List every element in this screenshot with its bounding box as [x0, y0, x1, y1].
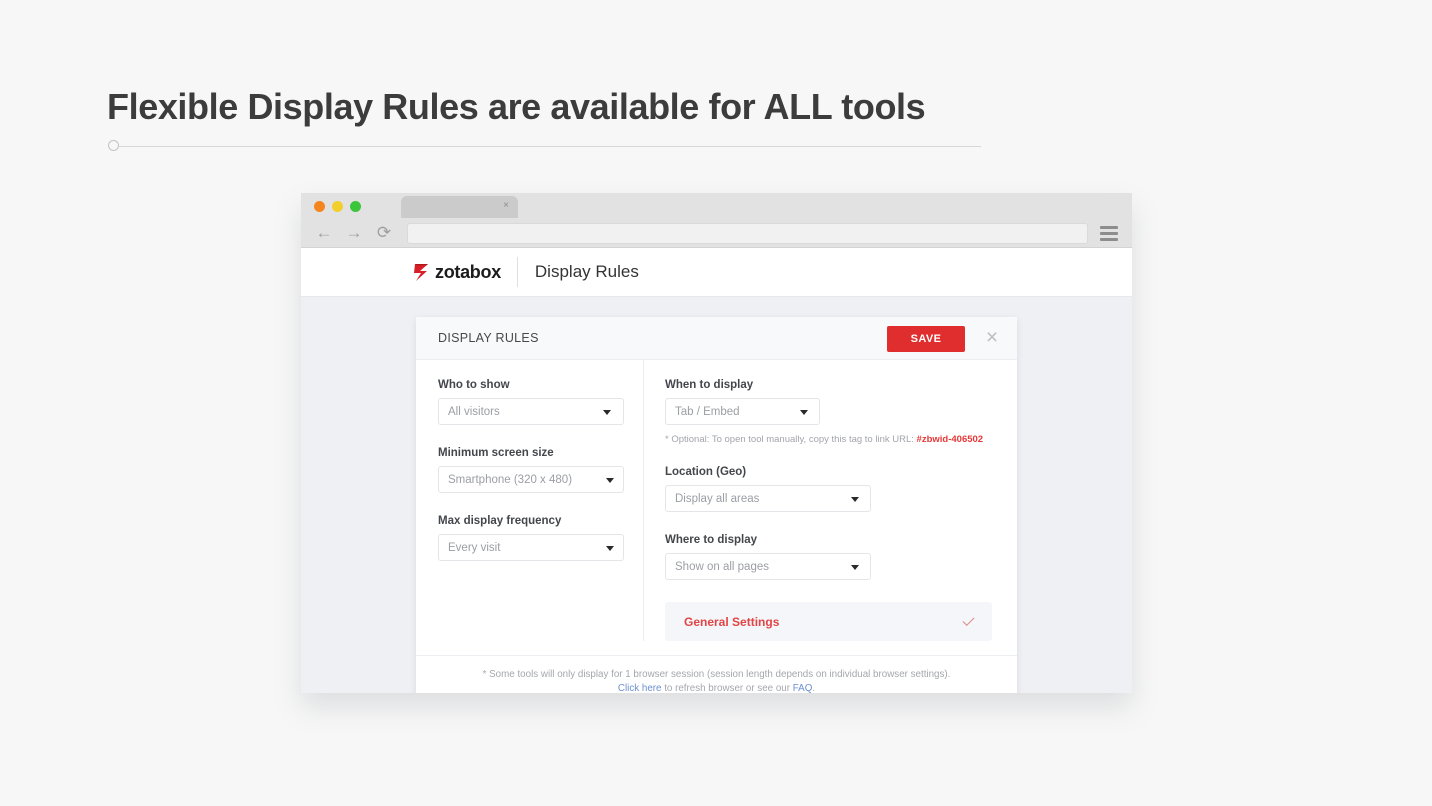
when-to-display-value: Tab / Embed — [666, 406, 740, 418]
maximize-window-light[interactable] — [350, 201, 361, 212]
reload-icon[interactable]: ⟳ — [373, 222, 395, 244]
card-header: DISPLAY RULES SAVE × — [416, 317, 1017, 360]
where-to-display-label: Where to display — [665, 534, 992, 546]
minimum-screen-size-select[interactable]: Smartphone (320 x 480) — [438, 466, 624, 493]
location-geo-label: Location (Geo) — [665, 466, 992, 478]
close-icon[interactable]: × — [982, 328, 1002, 348]
browser-nav-row: ← → ⟳ — [301, 218, 1132, 248]
chevron-down-icon — [603, 410, 611, 415]
max-display-frequency-select[interactable]: Every visit — [438, 534, 624, 561]
max-display-frequency-label: Max display frequency — [438, 515, 643, 527]
footer-note: * Some tools will only display for 1 bro… — [416, 668, 1017, 682]
footer-mid-text: to refresh browser or see our — [661, 683, 792, 693]
window-controls — [314, 201, 361, 212]
right-column: When to display Tab / Embed * Optional: … — [644, 360, 1017, 641]
hamburger-bar — [1100, 238, 1118, 241]
tab-close-icon[interactable]: × — [503, 199, 509, 213]
title-rule-line — [119, 146, 981, 147]
title-underline-decoration — [108, 140, 981, 153]
left-column: Who to show All visitors Minimum screen … — [416, 360, 644, 641]
app-header: zotabox Display Rules — [301, 248, 1132, 297]
url-input[interactable] — [407, 223, 1088, 244]
optional-tag-note: * Optional: To open tool manually, copy … — [665, 434, 992, 445]
app-page-title: Display Rules — [535, 262, 639, 282]
zotabox-logo-mark — [413, 263, 430, 282]
save-button[interactable]: SAVE — [887, 326, 965, 352]
close-window-light[interactable] — [314, 201, 325, 212]
zotabox-logo-text: zotabox — [435, 262, 501, 283]
zotabox-logo[interactable]: zotabox — [301, 257, 518, 287]
card-title: DISPLAY RULES — [438, 331, 539, 345]
back-icon[interactable]: ← — [313, 222, 335, 244]
general-settings-accordion[interactable]: General Settings — [665, 602, 992, 641]
who-to-show-label: Who to show — [438, 379, 643, 391]
display-rules-card: DISPLAY RULES SAVE × Who to show All vis… — [416, 317, 1017, 693]
faq-link[interactable]: FAQ — [793, 683, 813, 693]
max-display-frequency-value: Every visit — [439, 542, 500, 554]
click-here-link[interactable]: Click here — [618, 683, 662, 693]
who-to-show-select[interactable]: All visitors — [438, 398, 624, 425]
minimum-screen-size-label: Minimum screen size — [438, 447, 643, 459]
chevron-down-icon — [962, 614, 974, 626]
location-geo-select[interactable]: Display all areas — [665, 485, 871, 512]
hamburger-menu-icon[interactable] — [1100, 226, 1118, 241]
who-to-show-value: All visitors — [439, 406, 500, 418]
hamburger-bar — [1100, 226, 1118, 229]
optional-tag-note-text: * Optional: To open tool manually, copy … — [665, 434, 914, 445]
card-footer: * Some tools will only display for 1 bro… — [416, 655, 1017, 693]
chevron-down-icon — [851, 497, 859, 502]
hamburger-bar — [1100, 232, 1118, 235]
optional-tag-value[interactable]: #zbwid-406502 — [917, 434, 984, 445]
title-rule-dot — [108, 140, 119, 151]
when-to-display-select[interactable]: Tab / Embed — [665, 398, 820, 425]
general-settings-label: General Settings — [684, 615, 779, 629]
forward-icon[interactable]: → — [343, 222, 365, 244]
minimum-screen-size-value: Smartphone (320 x 480) — [439, 474, 572, 486]
chevron-down-icon — [606, 478, 614, 483]
chevron-down-icon — [800, 410, 808, 415]
browser-chrome: × ← → ⟳ — [301, 193, 1132, 248]
location-geo-value: Display all areas — [666, 493, 759, 505]
card-body: Who to show All visitors Minimum screen … — [416, 360, 1017, 641]
browser-window: × ← → ⟳ zotabox Display Rules DISP — [301, 193, 1132, 693]
page-title: Flexible Display Rules are available for… — [107, 86, 925, 128]
minimize-window-light[interactable] — [332, 201, 343, 212]
when-to-display-label: When to display — [665, 379, 992, 391]
footer-links-line: Click here to refresh browser or see our… — [416, 682, 1017, 693]
chevron-down-icon — [606, 546, 614, 551]
chevron-down-icon — [851, 565, 859, 570]
where-to-display-value: Show on all pages — [666, 561, 769, 573]
footer-end-text: . — [812, 683, 815, 693]
browser-tab[interactable]: × — [401, 196, 518, 218]
where-to-display-select[interactable]: Show on all pages — [665, 553, 871, 580]
